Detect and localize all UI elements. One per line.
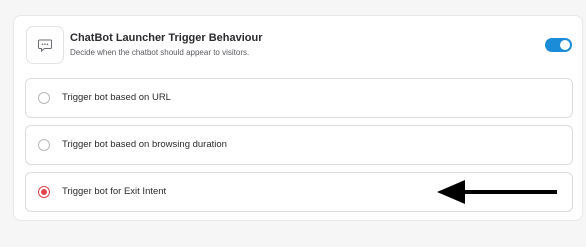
radio-button[interactable] — [38, 92, 50, 104]
card-title: ChatBot Launcher Trigger Behaviour — [70, 32, 263, 44]
option-browsing-duration[interactable]: Trigger bot based on browsing duration — [25, 125, 573, 165]
radio-button-selected[interactable] — [38, 186, 50, 198]
toggle-knob — [560, 40, 570, 50]
option-label: Trigger bot based on URL — [62, 92, 171, 103]
option-label: Trigger bot for Exit Intent — [62, 186, 167, 197]
radio-button[interactable] — [38, 139, 50, 151]
option-url[interactable]: Trigger bot based on URL — [25, 78, 573, 118]
option-label: Trigger bot based on browsing duration — [62, 139, 227, 150]
enable-toggle[interactable] — [545, 38, 572, 52]
chat-bubble-icon — [26, 26, 64, 64]
arrow-left-icon — [437, 180, 561, 211]
card-subtitle: Decide when the chatbot should appear to… — [70, 48, 250, 57]
